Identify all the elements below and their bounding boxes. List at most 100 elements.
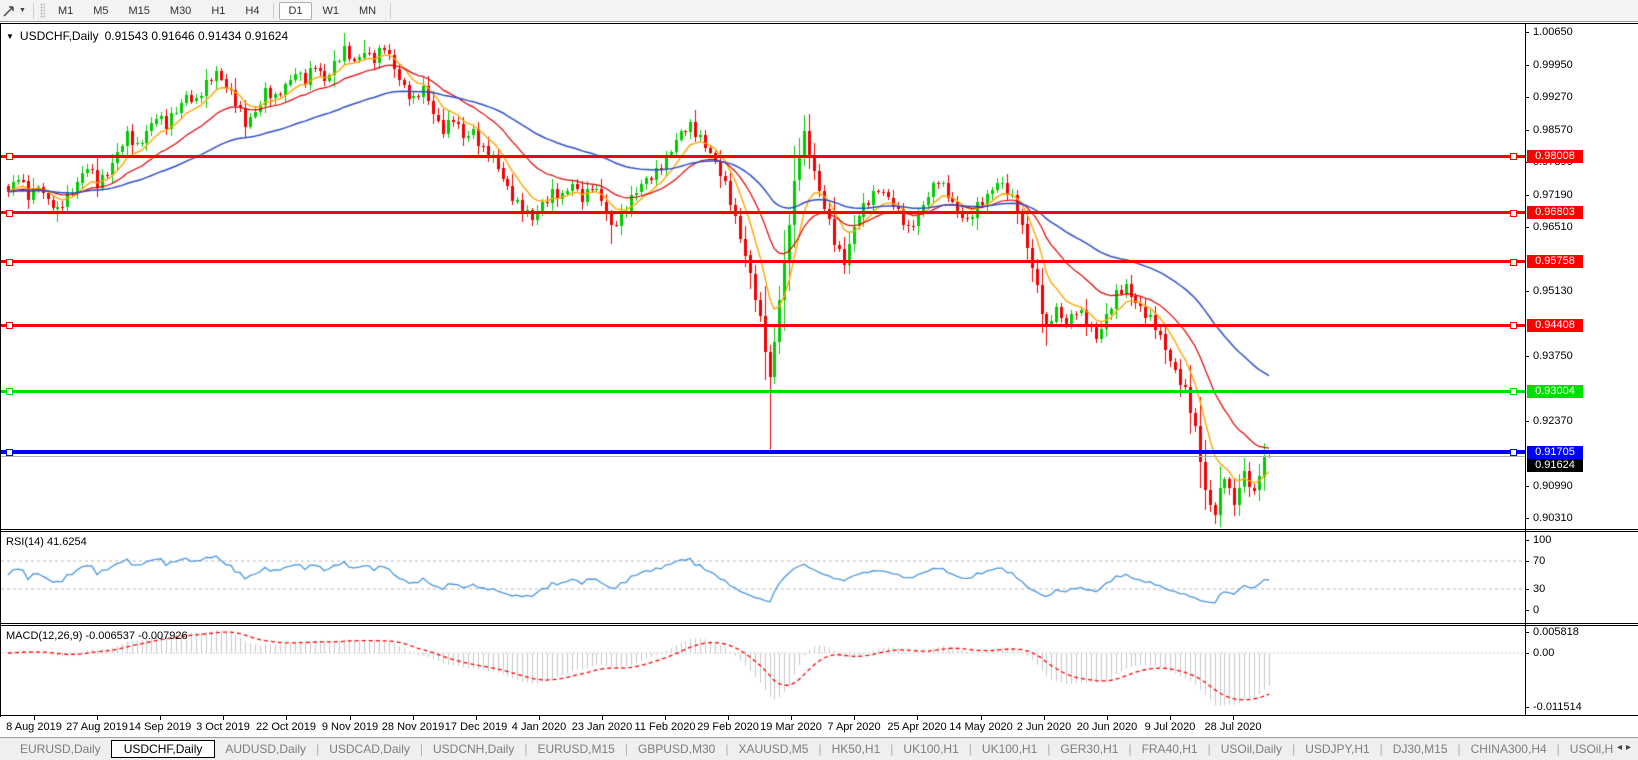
macd-canvas[interactable] [1,626,1525,714]
tab-scroll-right-icon[interactable]: ▸ [1626,742,1635,753]
chart-tab-ger30-h1[interactable]: GER30,H1 [1050,740,1128,758]
price-level-line[interactable] [1,450,1525,454]
date-axis-label: 9 Nov 2019 [321,721,379,733]
chevron-down-icon[interactable]: ▼ [19,7,26,14]
price-level-badge: 0.91705 [1527,446,1583,459]
chart-tab-gbpusd-m30[interactable]: GBPUSD,M30 [628,740,725,758]
line-anchor-handle[interactable] [6,259,13,266]
macd-axis-label: 0.00 [1533,647,1555,659]
macd-axis-label: -0.011514 [1533,701,1582,713]
chart-tab-china300-h4[interactable]: CHINA300,H4 [1461,740,1557,758]
timeframe-button-h4[interactable]: H4 [236,2,268,20]
date-axis-label: 9 Jul 2020 [1144,721,1196,733]
rsi-canvas[interactable] [1,532,1525,622]
rsi-axis-label: 100 [1533,534,1552,546]
chart-ohlc-values: 0.91543 0.91646 0.91434 0.91624 [104,29,289,43]
crosshair-tool-icon[interactable] [2,4,16,18]
price-level-line[interactable] [1,260,1525,263]
mt4-window: ▼ M1 M5 M15 M30 H1 H4 D1 W1 MN ▼ USDCHF,Daily 0.… [0,0,1638,760]
macd-axis-tick [1525,653,1529,654]
macd-axis-tick [1525,707,1529,708]
timeframe-button-m5[interactable]: M5 [84,2,117,20]
line-anchor-handle[interactable] [1510,322,1517,329]
timeframe-button-m30[interactable]: M30 [161,2,200,20]
date-axis-label: 14 May 2020 [949,721,1013,733]
date-axis-label: 17 Dec 2019 [444,721,508,733]
date-axis-label: 2 Jun 2020 [1016,721,1072,733]
date-axis-label: 4 Jan 2020 [511,721,567,733]
chart-tab-usdcnh-daily[interactable]: USDCNH,Daily [423,740,524,758]
line-anchor-handle[interactable] [6,322,13,329]
date-axis-tick [476,716,477,720]
price-axis-tick [1525,195,1529,196]
toolbar-drag-handle[interactable] [39,3,45,18]
price-axis-tick [1525,356,1529,357]
chart-tab-usdjpy-h1[interactable]: USDJPY,H1 [1295,740,1379,758]
chart-title: ▼ USDCHF,Daily 0.91543 0.91646 0.91434 0… [6,29,288,43]
line-anchor-handle[interactable] [1510,449,1517,456]
line-anchor-handle[interactable] [1510,210,1517,217]
date-axis-label: 11 Feb 2020 [634,721,696,733]
toolbar-separator [32,2,34,19]
chart-tab-uk100-h1[interactable]: UK100,H1 [893,740,968,758]
panel-separator[interactable] [0,623,1638,624]
date-axis-tick [917,716,918,720]
price-axis-label: 0.97190 [1533,189,1573,201]
tab-scroll-left-icon[interactable]: ◂ [1617,742,1626,753]
chart-tab-eurusd-daily[interactable]: EURUSD,Daily [10,740,111,758]
line-anchor-handle[interactable] [6,210,13,217]
timeframe-button-w1[interactable]: W1 [314,2,349,20]
date-axis-tick [665,716,666,720]
price-axis-label: 1.00650 [1533,26,1573,38]
date-axis-tick [350,716,351,720]
price-axis-tick [1525,291,1529,292]
chart-tab-eurusd-m15[interactable]: EURUSD,M15 [527,740,624,758]
price-level-line[interactable] [1,324,1525,327]
chart-tab-dj30-m15[interactable]: DJ30,M15 [1383,740,1458,758]
date-axis-label: 27 Aug 2019 [66,721,128,733]
rsi-axis-tick [1525,589,1529,590]
price-axis-tick [1525,97,1529,98]
line-anchor-handle[interactable] [1510,153,1517,160]
rsi-axis-label: 0 [1533,604,1540,616]
rsi-axis-tick [1525,610,1529,611]
price-level-line[interactable] [1,390,1525,393]
timeframe-button-d1[interactable]: D1 [279,1,312,20]
line-anchor-handle[interactable] [6,153,13,160]
rsi-axis-label: 30 [1533,583,1546,595]
chart-tab-hk50-h1[interactable]: HK50,H1 [822,740,891,758]
date-axis-tick [1044,716,1045,720]
date-axis-label: 22 Oct 2019 [256,721,316,733]
price-level-line[interactable] [1,155,1525,158]
price-level-line[interactable] [1,211,1525,214]
timeframe-button-m1[interactable]: M1 [49,2,82,20]
chart-tab-usoil-daily[interactable]: USOil,Daily [1211,740,1292,758]
chart-tab-uk100-h1[interactable]: UK100,H1 [972,740,1047,758]
price-axis-tick [1525,65,1529,66]
timeframe-button-h1[interactable]: H1 [202,2,234,20]
chart-tab-usdcad-daily[interactable]: USDCAD,Daily [319,740,420,758]
line-anchor-handle[interactable] [6,388,13,395]
price-level-badge: 0.93004 [1527,385,1583,398]
timeframe-button-mn[interactable]: MN [350,2,385,20]
line-anchor-handle[interactable] [1510,259,1517,266]
chart-tab-usdchf-daily[interactable]: USDCHF,Daily [110,740,216,758]
date-axis-tick [34,716,35,720]
timeframe-button-m15[interactable]: M15 [120,2,159,20]
date-axis-label: 8 Aug 2019 [6,721,62,733]
price-axis-tick [1525,32,1529,33]
chart-tab-xauusd-m5[interactable]: XAUUSD,M5 [728,740,818,758]
macd-indicator-label: MACD(12,26,9) -0.006537 -0.007926 [6,630,188,642]
date-axis-tick [728,716,729,720]
date-axis-tick [223,716,224,720]
line-anchor-handle[interactable] [6,449,13,456]
chart-dropdown-icon[interactable]: ▼ [6,32,14,41]
date-axis-tick [97,716,98,720]
macd-axis-tick [1525,632,1529,633]
line-anchor-handle[interactable] [1510,388,1517,395]
chart-tab-audusd-daily[interactable]: AUDUSD,Daily [215,740,316,758]
date-axis-tick [1107,716,1108,720]
panel-separator[interactable] [0,529,1638,530]
chart-tab-fra40-h1[interactable]: FRA40,H1 [1132,740,1208,758]
date-axis-tick [286,716,287,720]
